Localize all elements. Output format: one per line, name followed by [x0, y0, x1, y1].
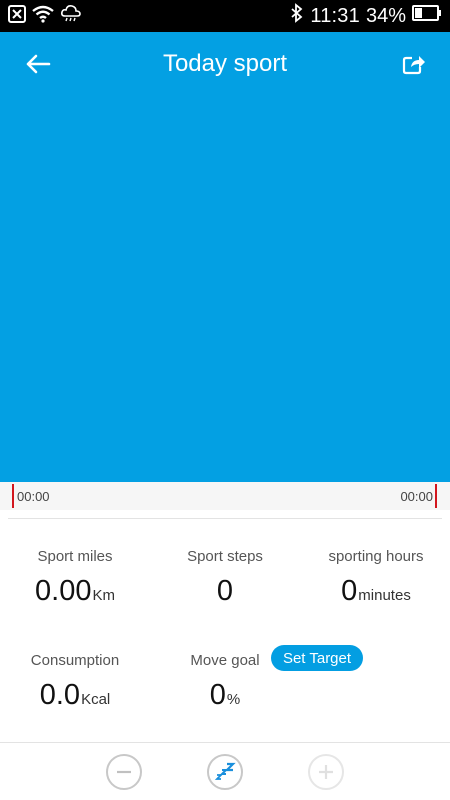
bluetooth-icon: [290, 3, 304, 29]
status-time: 11:31: [310, 4, 360, 27]
stat-value: 0.00Km: [20, 575, 130, 608]
stat-value: 0.0Kcal: [20, 679, 130, 712]
sleep-button[interactable]: [207, 754, 243, 790]
status-bar: 11:31 34%: [0, 0, 450, 32]
share-icon: [402, 56, 425, 75]
miles-unit: Km: [92, 587, 115, 604]
stat-sport-steps: Sport steps 0: [170, 548, 280, 608]
set-target-button[interactable]: Set Target: [271, 645, 363, 671]
stat-value: 0minutes: [320, 575, 432, 608]
stat-label: sporting hours: [328, 548, 424, 565]
cloud-rain-icon: [60, 4, 82, 29]
miles-value: 0.00: [35, 575, 92, 607]
app-header: Today sport: [0, 32, 450, 96]
steps-value: 0: [216, 575, 234, 607]
goal-unit: %: [226, 691, 241, 708]
stat-label: Move goal: [190, 652, 260, 669]
consumption-value: 0.0: [39, 679, 81, 711]
stat-label: Consumption: [30, 652, 120, 669]
minus-circle-icon: [117, 770, 131, 774]
divider: [8, 518, 442, 519]
sleep-zzz-icon: [214, 762, 236, 780]
stat-value: 0: [170, 575, 280, 608]
battery-percent: 34%: [365, 4, 406, 27]
consumption-unit: Kcal: [81, 691, 111, 708]
hours-value: 0: [341, 575, 358, 607]
timeline-bar: 00:00 00:00: [0, 482, 450, 510]
stat-move-goal: Move goal 0%: [188, 652, 262, 712]
stat-label: Sport miles: [37, 548, 113, 565]
wifi-icon: [32, 5, 54, 28]
stat-sport-miles: Sport miles 0.00Km: [20, 548, 130, 608]
stat-consumption: Consumption 0.0Kcal: [20, 652, 130, 712]
previous-day-button[interactable]: [106, 754, 142, 790]
close-notification-icon: [8, 4, 26, 28]
stat-sporting-hours: sporting hours 0minutes: [320, 548, 432, 608]
goal-value: 0: [209, 679, 226, 711]
timeline-start-label: 00:00: [17, 489, 50, 504]
status-right: 11:31 34%: [290, 3, 442, 29]
plus-circle-icon: [319, 765, 333, 779]
stat-label: Sport steps: [187, 548, 263, 565]
next-day-button[interactable]: [308, 754, 344, 790]
stat-value: 0%: [188, 679, 262, 712]
status-left-icons: [8, 4, 82, 29]
timeline-start-marker: [12, 484, 14, 508]
page-title: Today sport: [162, 50, 288, 77]
divider: [0, 742, 450, 743]
timeline-end-label: 00:00: [400, 489, 433, 504]
activity-chart-area: [0, 96, 450, 482]
timeline-end-marker: [435, 484, 437, 508]
hours-unit: minutes: [358, 587, 411, 604]
battery-icon: [412, 4, 442, 28]
share-button[interactable]: [394, 44, 434, 84]
